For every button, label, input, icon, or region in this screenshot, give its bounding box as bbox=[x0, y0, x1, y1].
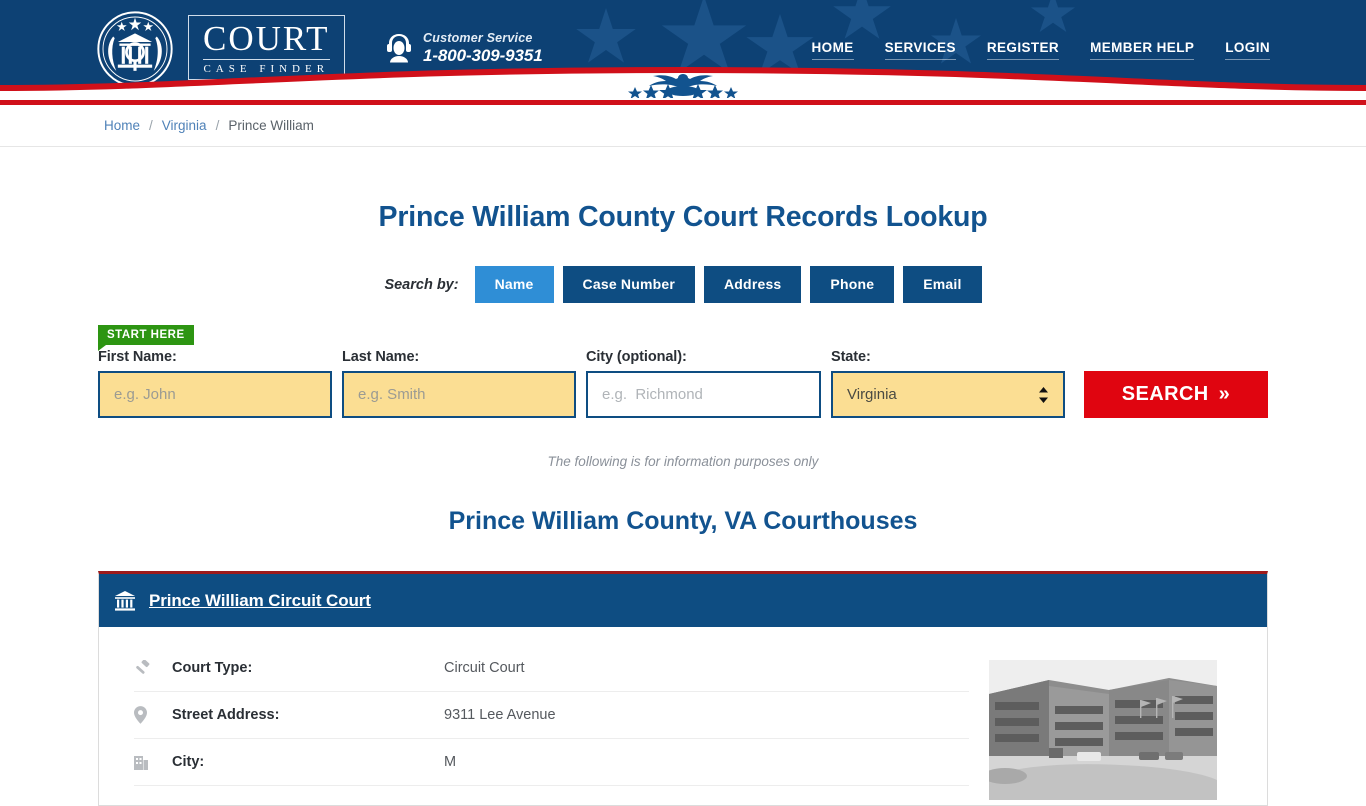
breadcrumb-separator: / bbox=[149, 118, 153, 133]
city-label: City (optional): bbox=[586, 349, 687, 365]
nav-item-register[interactable]: REGISTER bbox=[986, 40, 1060, 60]
nav-item-services[interactable]: SERVICES bbox=[884, 40, 956, 60]
table-row: Street Address: 9311 Lee Avenue bbox=[134, 692, 969, 739]
eagle-emblem-icon bbox=[0, 68, 1366, 98]
chevron-double-right-icon: » bbox=[1218, 383, 1231, 405]
site-header: COURT CASE FINDER Customer Service 1-800… bbox=[0, 0, 1366, 100]
nav-item-login[interactable]: LOGIN bbox=[1225, 40, 1270, 60]
chevron-updown-icon bbox=[1038, 386, 1049, 404]
city-input[interactable] bbox=[586, 371, 821, 418]
last-name-field-group: Last Name: bbox=[342, 349, 576, 418]
start-here-badge: START HERE bbox=[98, 325, 194, 351]
search-by-tabs: Search by: Name Case Number Address Phon… bbox=[0, 266, 1366, 303]
breadcrumb-item-current: Prince William bbox=[228, 118, 314, 133]
info-note: The following is for information purpose… bbox=[547, 454, 819, 469]
breadcrumb-item-virginia[interactable]: Virginia bbox=[162, 118, 207, 133]
tab-case-number[interactable]: Case Number bbox=[562, 266, 695, 303]
court-card: Prince William Circuit Court Court Type: bbox=[98, 571, 1268, 806]
first-name-label: First Name: bbox=[98, 349, 177, 365]
breadcrumb-separator: / bbox=[215, 118, 220, 133]
table-row: Court Type: Circuit Court bbox=[134, 645, 969, 692]
city-field-group: City (optional): bbox=[586, 349, 821, 418]
breadcrumb-item-home[interactable]: Home bbox=[104, 118, 140, 133]
row-value: 9311 Lee Avenue bbox=[444, 707, 556, 723]
customer-service-label: Customer Service bbox=[423, 31, 533, 45]
nav-item-member-help[interactable]: MEMBER HELP bbox=[1090, 40, 1195, 60]
tab-email[interactable]: Email bbox=[903, 266, 982, 303]
search-button[interactable]: SEARCH » bbox=[1084, 371, 1268, 418]
state-select-value: Virginia bbox=[847, 386, 897, 403]
state-field-group: State: Virginia bbox=[831, 349, 1065, 418]
first-name-input[interactable] bbox=[98, 371, 332, 418]
tab-phone[interactable]: Phone bbox=[810, 266, 895, 303]
state-label: State: bbox=[831, 349, 871, 365]
row-value: Circuit Court bbox=[444, 660, 525, 676]
page-title: Prince William County Court Records Look… bbox=[378, 201, 988, 233]
court-card-header: Prince William Circuit Court bbox=[99, 574, 1267, 627]
court-name-link[interactable]: Prince William Circuit Court bbox=[149, 591, 371, 611]
courthouse-photo bbox=[983, 645, 1217, 805]
nav-item-home[interactable]: HOME bbox=[811, 40, 854, 60]
logo-main-text: COURT bbox=[203, 19, 330, 60]
tab-address[interactable]: Address bbox=[704, 266, 802, 303]
tab-name[interactable]: Name bbox=[474, 266, 554, 303]
breadcrumb: Home / Virginia / Prince William bbox=[0, 105, 1366, 147]
first-name-field-group: First Name: bbox=[98, 349, 332, 418]
row-key: Court Type: bbox=[172, 660, 253, 676]
courthouses-title: Prince William County, VA Courthouses bbox=[448, 507, 918, 535]
search-by-label: Search by: bbox=[384, 276, 459, 293]
search-button-label: SEARCH bbox=[1121, 383, 1209, 405]
court-card-body: Court Type: Circuit Court Street Address… bbox=[99, 627, 1267, 805]
main-content: Prince William County Court Records Look… bbox=[0, 201, 1366, 806]
court-details-table: Court Type: Circuit Court Street Address… bbox=[99, 645, 969, 805]
main-navigation: HOME SERVICES REGISTER MEMBER HELP LOGIN bbox=[811, 40, 1270, 60]
last-name-input[interactable] bbox=[342, 371, 576, 418]
last-name-label: Last Name: bbox=[342, 349, 420, 365]
gavel-icon bbox=[134, 659, 172, 677]
courthouse-icon bbox=[115, 590, 135, 611]
map-pin-icon bbox=[134, 706, 172, 724]
state-select[interactable]: Virginia bbox=[831, 371, 1065, 418]
table-row: City: M bbox=[134, 739, 969, 786]
row-key: Street Address: bbox=[172, 707, 280, 723]
search-form: START HERE First Name: Last Name: City (… bbox=[98, 325, 1268, 418]
